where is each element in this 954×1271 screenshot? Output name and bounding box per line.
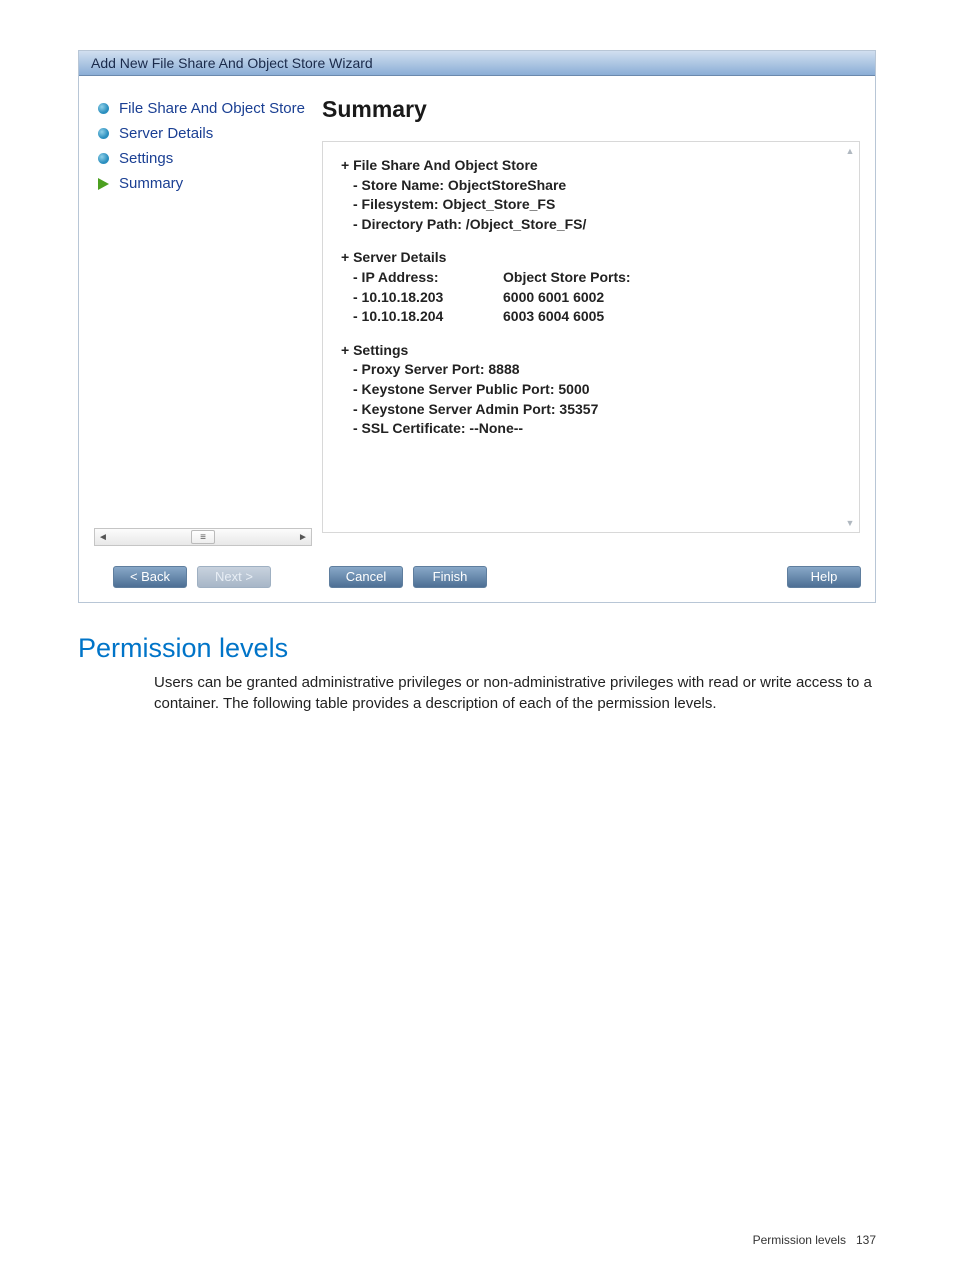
nav-item-file-share[interactable]: File Share And Object Store	[98, 96, 312, 121]
section-title: + File Share And Object Store	[341, 156, 841, 176]
nav-label: File Share And Object Store	[119, 100, 305, 117]
step-current-icon	[98, 178, 109, 190]
cancel-button[interactable]: Cancel	[329, 566, 403, 588]
section-server-details: + Server Details - IP Address: Object St…	[341, 248, 841, 326]
nav-label: Server Details	[119, 125, 213, 142]
section-title: + Server Details	[341, 248, 841, 268]
ip-value: - 10.10.18.203	[353, 288, 503, 308]
section-settings: + Settings - Proxy Server Port: 8888 - K…	[341, 341, 841, 439]
step-done-icon	[98, 153, 109, 164]
wizard-title: Add New File Share And Object Store Wiza…	[91, 55, 373, 71]
nav-hscrollbar[interactable]: ◄ ≡ ►	[94, 528, 312, 546]
section-title: + Settings	[341, 341, 841, 361]
keystone-public-port: - Keystone Server Public Port: 5000	[353, 380, 841, 400]
page-footer: Permission levels 137	[753, 1233, 876, 1247]
wizard-dialog: Add New File Share And Object Store Wiza…	[78, 50, 876, 603]
help-button[interactable]: Help	[787, 566, 861, 588]
nav-item-settings[interactable]: Settings	[98, 146, 312, 171]
wizard-button-row: < Back Next > Cancel Finish Help	[79, 556, 875, 602]
doc-body-text: Users can be granted administrative priv…	[78, 672, 876, 714]
ports-label: Object Store Ports:	[503, 268, 631, 288]
directory-path: - Directory Path: /Object_Store_FS/	[353, 215, 841, 235]
ip-address-label: - IP Address:	[353, 268, 503, 288]
next-button: Next >	[197, 566, 271, 588]
nav-item-server-details[interactable]: Server Details	[98, 121, 312, 146]
summary-vscrollbar[interactable]: ▲ ▼	[841, 142, 859, 532]
footer-label: Permission levels	[753, 1233, 846, 1247]
ports-value: 6003 6004 6005	[503, 307, 604, 327]
keystone-admin-port: - Keystone Server Admin Port: 35357	[353, 400, 841, 420]
nav-item-summary[interactable]: Summary	[98, 171, 312, 196]
step-done-icon	[98, 103, 109, 114]
scroll-thumb[interactable]: ≡	[191, 530, 215, 544]
ip-value: - 10.10.18.204	[353, 307, 503, 327]
ssl-certificate: - SSL Certificate: --None--	[353, 419, 841, 439]
summary-panel: + File Share And Object Store - Store Na…	[322, 141, 860, 533]
section-file-share: + File Share And Object Store - Store Na…	[341, 156, 841, 234]
step-done-icon	[98, 128, 109, 139]
content-heading: Summary	[322, 96, 860, 123]
nav-label: Summary	[119, 175, 183, 192]
scroll-up-icon[interactable]: ▲	[841, 142, 859, 160]
nav-label: Settings	[119, 150, 173, 167]
ports-value: 6000 6001 6002	[503, 288, 604, 308]
finish-button[interactable]: Finish	[413, 566, 487, 588]
scroll-right-icon[interactable]: ►	[295, 532, 311, 543]
scroll-down-icon[interactable]: ▼	[841, 514, 859, 532]
wizard-nav: File Share And Object Store Server Detai…	[94, 96, 312, 546]
scroll-left-icon[interactable]: ◄	[95, 532, 111, 543]
doc-section-heading: Permission levels	[78, 633, 876, 664]
back-button[interactable]: < Back	[113, 566, 187, 588]
store-name: - Store Name: ObjectStoreShare	[353, 176, 841, 196]
wizard-titlebar: Add New File Share And Object Store Wiza…	[79, 51, 875, 76]
filesystem: - Filesystem: Object_Store_FS	[353, 195, 841, 215]
footer-page-number: 137	[856, 1233, 876, 1247]
wizard-content: Summary + File Share And Object Store - …	[312, 96, 860, 546]
proxy-port: - Proxy Server Port: 8888	[353, 360, 841, 380]
